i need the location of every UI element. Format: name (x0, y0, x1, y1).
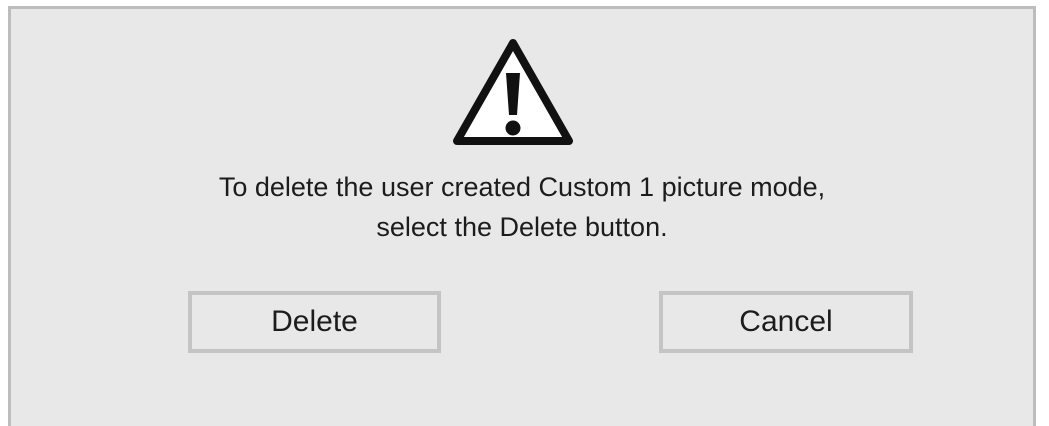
message-line-1: To delete the user created Custom 1 pict… (218, 172, 826, 202)
delete-picture-mode-dialog: To delete the user created Custom 1 pict… (8, 6, 1036, 426)
delete-button[interactable]: Delete (188, 291, 441, 353)
message-line-2: select the Delete button. (376, 212, 668, 242)
warning-triangle-icon (453, 39, 573, 145)
cancel-button[interactable]: Cancel (659, 291, 913, 353)
dialog-message: To delete the user created Custom 1 pict… (11, 167, 1033, 247)
